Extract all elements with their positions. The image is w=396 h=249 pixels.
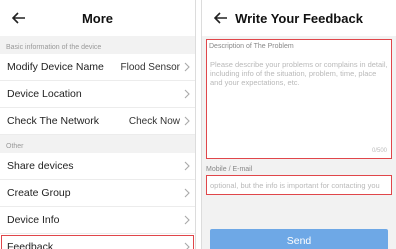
device-location-row[interactable]: Device Location: [0, 81, 195, 108]
row-label: Device Info: [7, 214, 60, 226]
chevron-right-icon: [184, 62, 190, 72]
row-label: Modify Device Name: [7, 61, 104, 73]
row-label: Feedback: [7, 241, 54, 249]
problem-placeholder: Please describe your problems or complai…: [210, 60, 388, 87]
section-header-basic: Basic information of the device: [6, 44, 102, 51]
feedback-row[interactable]: Feedback: [0, 234, 195, 249]
problem-description-textarea[interactable]: Description of The Problem Please descri…: [206, 39, 392, 159]
top-bar: More: [0, 0, 195, 36]
check-now-value: Check Now: [128, 115, 180, 127]
contact-placeholder: optional, but the info is important for …: [210, 180, 380, 190]
problem-label: Description of The Problem: [209, 43, 294, 50]
chevron-right-icon: [184, 242, 190, 249]
back-arrow-icon[interactable]: [210, 0, 232, 36]
device-info-row[interactable]: Device Info: [0, 207, 195, 234]
back-arrow-icon[interactable]: [8, 0, 30, 36]
chevron-right-icon: [184, 89, 190, 99]
row-label: Create Group: [7, 187, 71, 199]
row-label: Device Location: [7, 88, 82, 100]
chevron-right-icon: [184, 188, 190, 198]
feedback-screen: Write Your Feedback Description of The P…: [201, 0, 396, 249]
contact-label: Mobile / E-mail: [206, 166, 253, 173]
share-devices-row[interactable]: Share devices: [0, 153, 195, 180]
row-label: Check The Network: [7, 115, 100, 127]
send-button[interactable]: Send: [210, 229, 388, 249]
more-screen: More Basic information of the device Mod…: [0, 0, 196, 249]
modify-device-name-row[interactable]: Modify Device Name Flood Sensor: [0, 54, 195, 81]
chevron-right-icon: [184, 116, 190, 126]
create-group-row[interactable]: Create Group: [0, 180, 195, 207]
chevron-right-icon: [184, 215, 190, 225]
check-network-row[interactable]: Check The Network Check Now: [0, 108, 195, 135]
row-label: Share devices: [7, 160, 74, 172]
top-bar: Write Your Feedback: [202, 0, 396, 36]
section-header-other: Other: [6, 143, 24, 150]
device-name-value: Flood Sensor: [120, 61, 180, 73]
chevron-right-icon: [184, 161, 190, 171]
contact-input[interactable]: optional, but the info is important for …: [206, 175, 392, 195]
character-counter: 0/500: [371, 148, 387, 154]
